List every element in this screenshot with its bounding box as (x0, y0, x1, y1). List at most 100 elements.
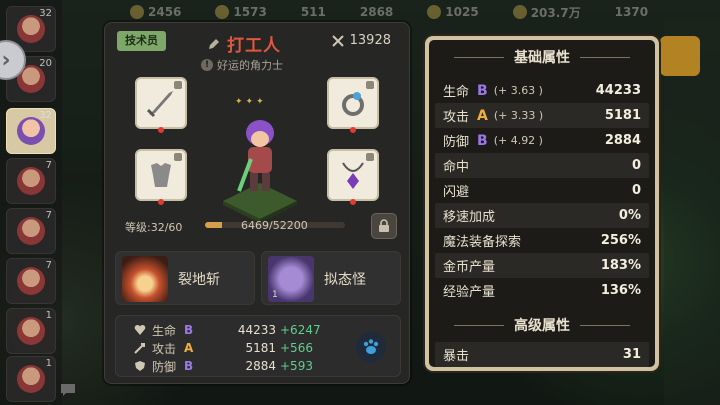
attr-grade: B (477, 82, 488, 99)
side-menu-button[interactable] (660, 36, 700, 76)
summary-grade: B (184, 359, 194, 373)
hero-level: 20 (39, 58, 52, 69)
hero-list-item[interactable]: 1 (6, 356, 56, 402)
attr-grade: A (477, 107, 488, 124)
attr-bonus: (+ 3.63 ) (493, 84, 543, 97)
paw-button[interactable] (356, 332, 386, 362)
summary-grade: B (184, 323, 194, 337)
attr-row-dodge: 闪避 0 (435, 178, 649, 203)
alert-dot (350, 199, 356, 205)
skill-level: 1 (272, 290, 278, 300)
hero-level-label: 等级:32/60 (125, 221, 183, 234)
summary-row-defense: 防御 B 2884 +593 (134, 358, 313, 374)
hero-list-item-selected[interactable]: 32 (6, 108, 56, 154)
amulet-icon (342, 162, 364, 189)
lock-button[interactable] (371, 213, 397, 239)
alert-dot (158, 199, 164, 205)
ring-icon (342, 92, 364, 116)
summary-row-attack: 攻击 A 5181 +566 (134, 340, 313, 356)
skill-card[interactable]: 1 拟态怪 (261, 251, 401, 305)
attr-row-hit: 命中 0 (435, 153, 649, 178)
attr-value: 136% (600, 283, 641, 298)
basic-attributes-header: 基础属性 (429, 46, 655, 68)
gold-icon (512, 5, 527, 19)
attr-value: 5181 (604, 108, 641, 123)
attr-value: 183% (600, 258, 641, 273)
coin-icon (130, 5, 144, 19)
attr-row-defense: 防御 B (+ 4.92 ) 2884 (435, 128, 649, 153)
attr-value: 0% (618, 208, 641, 223)
exp-bar-fill (205, 222, 223, 228)
lock-icon (174, 81, 182, 89)
resource-value: 203.7万 (530, 5, 581, 20)
resource-value: 1573 (233, 5, 267, 19)
attributes-panel: 基础属性 生命 B (+ 3.63 ) 44233 攻击 A (+ 3.33 )… (425, 36, 659, 371)
attr-row-exp-yield: 经验产量 136% (435, 278, 649, 303)
attr-row-magic-find: 魔法装备探索 256% (435, 228, 649, 253)
sword-icon (134, 343, 145, 354)
hero-list-item[interactable]: 1 (6, 308, 56, 354)
hero-level: 7 (45, 260, 52, 271)
hero-name: 打工人 (227, 36, 281, 56)
shield-icon (135, 361, 145, 371)
mimic-skill-icon: 1 (268, 256, 314, 302)
lock-icon (174, 153, 182, 161)
equip-slot-armor[interactable] (135, 149, 187, 205)
chat-bar[interactable] (60, 383, 76, 397)
equip-slot-weapon[interactable] (135, 77, 187, 133)
summary-label: 防御 (152, 359, 177, 374)
gem-icon (215, 5, 230, 19)
attr-name: 命中 (443, 160, 470, 175)
chat-icon (61, 384, 75, 396)
resource-item: 2456 (130, 5, 181, 19)
attr-value: 0 (631, 158, 641, 173)
resource-value: 2868 (359, 5, 394, 19)
hero-list-item[interactable]: 7 (6, 258, 56, 304)
attr-row-hp: 生命 B (+ 3.63 ) 44233 (435, 78, 649, 103)
hero-name-row[interactable]: 打工人 (207, 31, 281, 56)
hero-level: 1 (45, 358, 52, 369)
summary-label: 攻击 (152, 341, 177, 356)
hero-portrait (17, 15, 45, 43)
hero-list-item[interactable]: 7 (6, 208, 56, 254)
summary-label: 生命 (152, 323, 177, 338)
paw-icon (363, 339, 379, 354)
hero-portrait (17, 167, 45, 195)
ground-slash-skill-icon (122, 256, 168, 302)
attr-name: 闪避 (443, 185, 470, 200)
hero-list: 32 20 32 7 7 7 1 1 › (0, 0, 62, 405)
hero-list-item[interactable]: 7 (6, 158, 56, 204)
resource-item: 1573 (215, 5, 267, 19)
attr-value: 0 (631, 183, 641, 198)
stat-summary: 生命 B 44233 +6247 攻击 A 5181 +566 防御 B 288… (115, 315, 401, 377)
attr-name: 暴击 (443, 349, 470, 364)
equip-slot-ring[interactable] (327, 77, 379, 133)
hero-portrait (17, 217, 45, 245)
hero-title: ! 好运的角力士 (201, 57, 283, 73)
attr-value: 256% (600, 233, 641, 248)
summary-bonus: +566 (280, 341, 313, 355)
attr-value: 44233 (595, 83, 641, 98)
resource-item: 511 (301, 5, 326, 19)
lock-icon (366, 153, 374, 161)
resource-item: 1025 (427, 5, 479, 19)
skill-name: 裂地斩 (178, 272, 220, 288)
info-icon[interactable]: ! (201, 59, 213, 71)
hero-class-tag: 技术员 (117, 31, 166, 51)
skill-name: 拟态怪 (324, 272, 366, 288)
summary-bonus: +6247 (280, 323, 321, 337)
divider (454, 56, 504, 58)
attr-name: 金币产量 (443, 260, 496, 275)
attr-name: 防御 (443, 135, 470, 150)
divider (580, 56, 630, 58)
equip-slot-amulet[interactable] (327, 149, 379, 205)
pencil-icon[interactable] (207, 37, 221, 51)
alert-dot (350, 127, 356, 133)
skill-card[interactable]: 裂地斩 (115, 251, 255, 305)
hero-title-text: 好运的角力士 (217, 59, 283, 72)
attr-name: 移速加成 (443, 210, 496, 225)
exp-text: 6469/52200 (241, 219, 308, 232)
alert-dot (158, 127, 164, 133)
summary-bonus: +593 (280, 359, 313, 373)
hero-detail-panel: 技术员 打工人 13928 ! 好运的角力士 ✦✦✦ 等级:32/60 6469… (104, 22, 410, 384)
